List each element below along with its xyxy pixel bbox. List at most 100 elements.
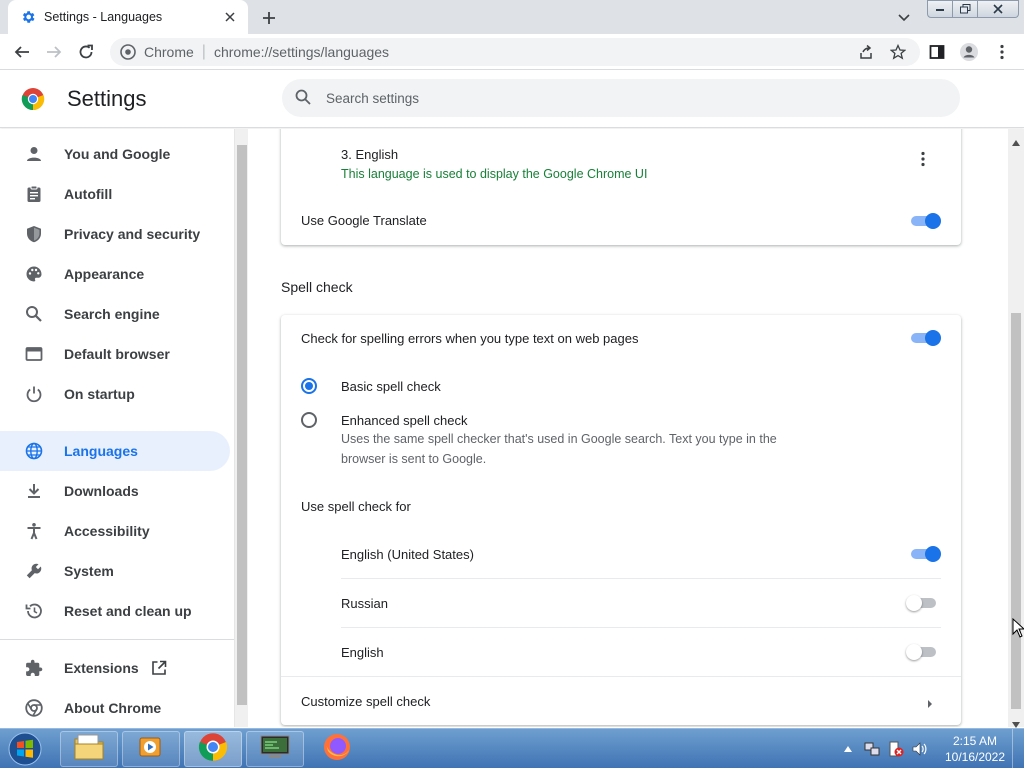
profile-avatar-icon[interactable] [959,42,979,62]
sidebar-item-extensions[interactable]: Extensions [0,648,230,688]
gear-icon [20,9,36,25]
browser-tab-settings[interactable]: Settings - Languages [8,0,248,34]
spell-check-toggle[interactable] [909,330,941,346]
sidebar-item-label: You and Google [64,146,171,162]
taskbar-terminal-button[interactable] [246,731,304,767]
chrome-logo-icon [198,732,228,767]
taskbar-firefox-button[interactable] [308,731,366,767]
row-divider [341,627,941,628]
enhanced-spell-check-label[interactable]: Enhanced spell check [341,413,467,428]
sidebar-item-label: Downloads [64,483,139,499]
sidebar-item-appearance[interactable]: Appearance [0,254,230,294]
search-icon [24,304,44,324]
languages-card: 3. English This language is used to disp… [281,129,961,245]
omnibox-site: Chrome [144,44,194,60]
settings-header: Settings [0,70,1024,128]
spell-check-section-title: Spell check [281,279,353,295]
spell-check-label: Check for spelling errors when you type … [301,331,639,346]
basic-spell-check-radio[interactable] [301,378,317,394]
star-icon[interactable] [888,42,908,62]
sidebar-item-reset-and-clean-up[interactable]: Reset and clean up [0,591,230,631]
spell-language-label: English [341,645,384,660]
main-scrollbar-thumb[interactable] [1011,313,1021,709]
taskbar-media-player-button[interactable] [122,731,180,767]
forward-arrow-icon[interactable] [44,42,64,62]
chevron-right-icon [927,696,935,708]
spell-language-toggle-english-us[interactable] [909,546,941,562]
firefox-icon [322,732,352,767]
basic-spell-check-label[interactable]: Basic spell check [341,379,441,394]
new-tab-button[interactable] [258,7,280,29]
translate-toggle[interactable] [909,213,941,229]
sidebar-item-label: Extensions [64,660,139,676]
sidebar-item-accessibility[interactable]: Accessibility [0,511,230,551]
search-input[interactable] [326,90,886,106]
network-icon[interactable] [864,741,880,757]
shield-icon [24,224,44,244]
sidebar-scrollbar-thumb[interactable] [237,145,247,705]
customize-spell-check-row[interactable]: Customize spell check [281,677,961,723]
media-player-icon [137,733,165,766]
enhanced-spell-check-description: Uses the same spell checker that's used … [341,432,777,466]
chrome-icon [120,44,136,60]
volume-icon[interactable] [912,741,928,757]
restore-button[interactable] [952,0,978,18]
minimize-button[interactable] [927,0,953,18]
omnibox-url: chrome://settings/languages [213,44,390,60]
sidebar-item-default-browser[interactable]: Default browser [0,334,230,374]
spell-language-toggle-russian[interactable] [906,595,938,611]
sidebar-item-you-and-google[interactable]: You and Google [0,134,230,174]
sidebar-divider [0,639,234,640]
sidebar-item-languages[interactable]: Languages [0,431,230,471]
enhanced-spell-check-radio[interactable] [301,412,317,428]
side-panel-icon[interactable] [927,42,947,62]
page-title: Settings [67,86,147,111]
sidebar-item-label: Privacy and security [64,226,201,242]
spell-language-label: English (United States) [341,547,474,562]
search-box[interactable] [282,79,960,117]
address-bar[interactable]: Chrome | chrome://settings/languages [110,38,920,66]
main-content: 3. English This language is used to disp… [248,129,1008,727]
sidebar-item-downloads[interactable]: Downloads [0,471,230,511]
browser-toolbar: Chrome | chrome://settings/languages [0,34,1024,70]
taskbar-clock[interactable]: 2:15 AM 10/16/2022 [940,733,1010,765]
history-icon [24,601,44,621]
more-vertical-icon[interactable] [915,151,931,167]
clock-time: 2:15 AM [952,734,998,748]
sidebar-item-system[interactable]: System [0,551,230,591]
mouse-cursor-icon [1012,617,1024,643]
sidebar-item-on-startup[interactable]: On startup [0,374,230,414]
wrench-icon [24,561,44,581]
sidebar-item-label: Reset and clean up [64,603,192,619]
taskbar-explorer-button[interactable] [60,731,118,767]
sidebar-item-label: Appearance [64,266,145,282]
accessibility-icon [24,521,44,541]
back-arrow-icon[interactable] [12,42,32,62]
window-close-button[interactable] [977,0,1019,18]
spell-language-toggle-english[interactable] [906,644,938,660]
scroll-up-arrow-icon[interactable] [1012,133,1020,151]
chevron-down-icon[interactable] [894,8,914,28]
show-desktop-button[interactable] [1012,729,1024,768]
sidebar-item-label: On startup [64,386,135,402]
palette-icon [24,264,44,284]
row-divider [341,578,941,579]
show-hidden-icons-icon[interactable] [840,741,856,757]
reload-icon[interactable] [76,42,96,62]
sidebar-item-autofill[interactable]: Autofill [0,174,230,214]
share-icon[interactable] [856,42,876,62]
sidebar-scrollbar[interactable] [234,129,248,727]
taskbar-chrome-button[interactable] [184,731,242,767]
sidebar-item-privacy-and-security[interactable]: Privacy and security [0,214,230,254]
person-icon [24,144,44,164]
action-center-alert-icon[interactable] [888,741,904,757]
sidebar-item-search-engine[interactable]: Search engine [0,294,230,334]
sidebar-item-label: Autofill [64,186,113,202]
close-icon[interactable] [222,9,238,25]
more-vertical-icon[interactable] [992,42,1012,62]
tab-strip: Settings - Languages [0,0,1024,34]
puzzle-icon [24,658,44,678]
start-button[interactable] [4,731,46,767]
spell-check-card: Check for spelling errors when you type … [281,315,961,725]
sidebar-item-about-chrome[interactable]: About Chrome [0,688,230,727]
